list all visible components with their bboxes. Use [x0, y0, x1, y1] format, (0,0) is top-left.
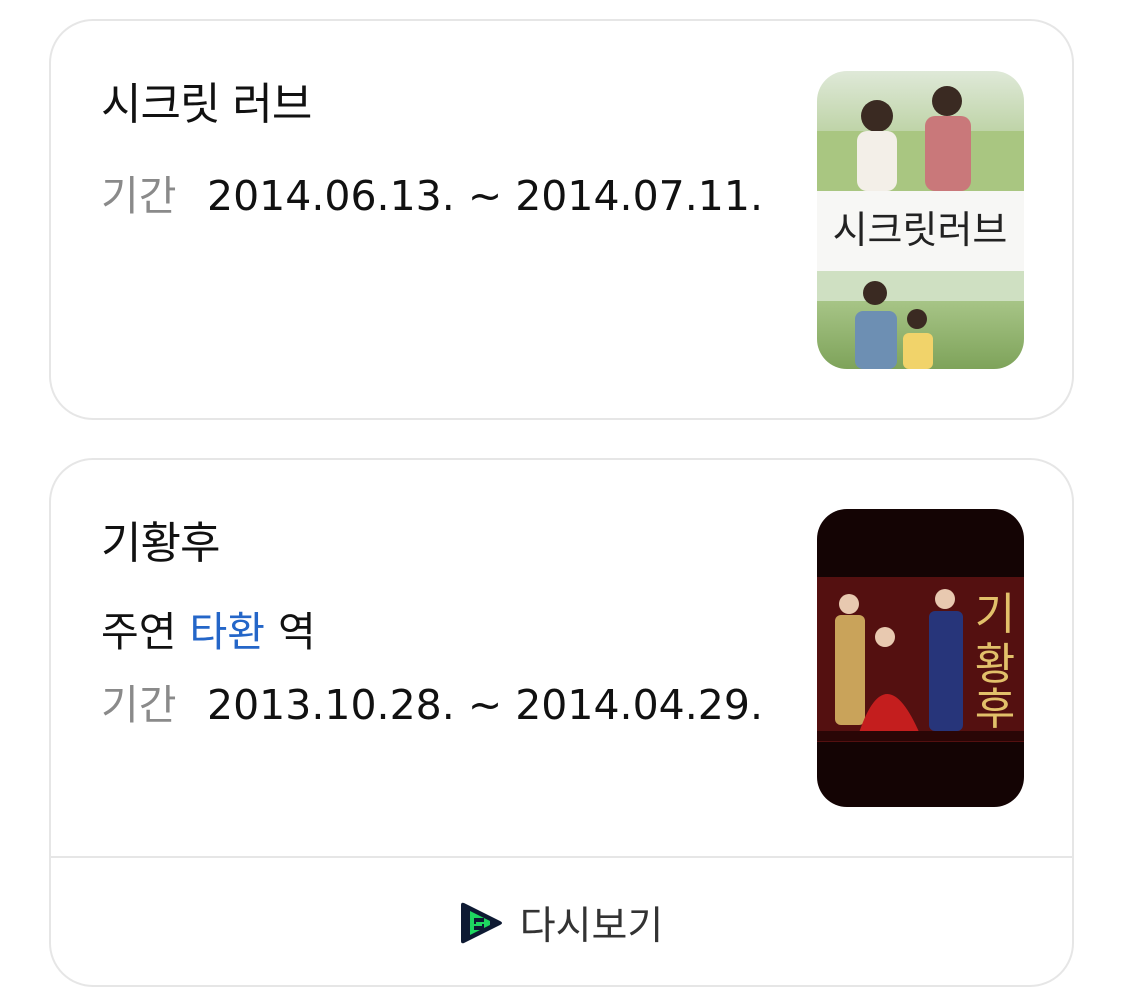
- poster-title-text: 시크릿러브: [833, 208, 1008, 252]
- replay-label: 다시보기: [519, 903, 664, 949]
- replay-button[interactable]: 다시보기: [51, 858, 1072, 985]
- svg-text:황: 황: [975, 639, 1015, 690]
- role-name-link[interactable]: 타환: [190, 608, 265, 656]
- period-value: 2013.10.28. ~ 2014.04.29.: [207, 681, 763, 729]
- role-prefix: 주연: [101, 608, 177, 656]
- period-label: 기간: [101, 172, 177, 220]
- replay-play-icon: [460, 902, 502, 943]
- drama-title[interactable]: 기황후: [101, 522, 220, 566]
- role-row: 주연 타환 역: [101, 612, 316, 653]
- drama-title[interactable]: 시크릿 러브: [101, 83, 312, 127]
- poster-image: 시크릿러브: [817, 71, 1024, 369]
- period-row: 기간 2013.10.28. ~ 2014.04.29.: [101, 665, 777, 745]
- drama-card-empress-ki[interactable]: 기황후 주연 타환 역 기간 2013.10.28. ~ 2014.04.29.…: [49, 458, 1074, 987]
- drama-poster-empress-ki[interactable]: 기 황 후: [817, 509, 1024, 807]
- svg-text:후: 후: [975, 684, 1015, 735]
- drama-card-secret-love[interactable]: 시크릿 러브 기간 2014.06.13. ~ 2014.07.11. 시크릿러…: [49, 19, 1074, 420]
- period-row: 기간 2014.06.13. ~ 2014.07.11.: [101, 176, 777, 217]
- period-value: 2014.06.13. ~ 2014.07.11.: [207, 172, 763, 220]
- poster-image: 기 황 후: [817, 509, 1024, 807]
- svg-text:기: 기: [975, 589, 1015, 640]
- drama-poster-secret-love[interactable]: 시크릿러브: [817, 71, 1024, 369]
- period-label: 기간: [101, 681, 177, 729]
- role-suffix: 역: [278, 608, 316, 656]
